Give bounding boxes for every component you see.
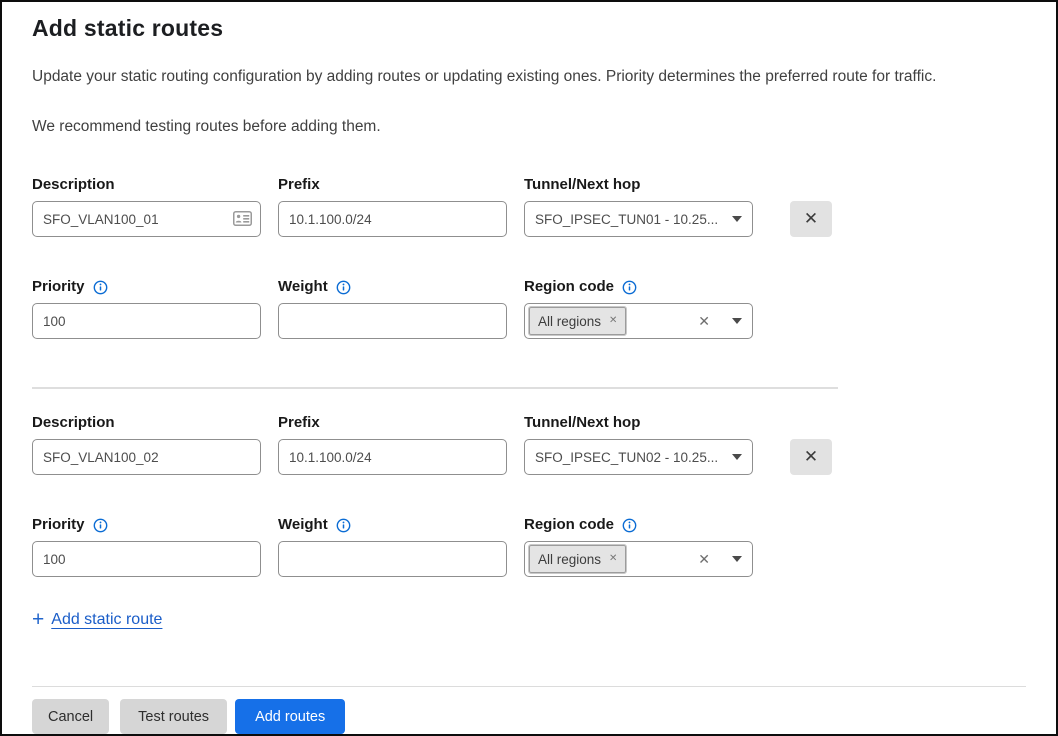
dialog-recommendation: We recommend testing routes before addin… <box>32 117 1026 137</box>
priority-input-2[interactable] <box>32 541 261 577</box>
weight-label: Weight <box>278 277 507 297</box>
region-tag-chip: All regions ✕ <box>529 307 626 335</box>
add-routes-button[interactable]: Add routes <box>235 699 345 734</box>
tunnel-select-value: SFO_IPSEC_TUN01 - 10.25... <box>535 212 724 227</box>
tunnel-select-value: SFO_IPSEC_TUN02 - 10.25... <box>535 450 724 465</box>
field-prefix-2: Prefix <box>278 413 507 475</box>
chevron-down-icon <box>732 556 742 562</box>
chip-remove-icon[interactable]: ✕ <box>609 316 617 326</box>
priority-label: Priority <box>32 515 261 535</box>
footer-divider <box>32 686 1026 688</box>
chevron-down-icon <box>732 216 742 222</box>
info-icon[interactable] <box>93 518 108 533</box>
route-2-main-row: Description Prefix Tunnel/Next hop SFO_I… <box>32 413 1026 475</box>
region-select-1[interactable]: All regions ✕ ✕ <box>524 303 753 339</box>
field-priority-2: Priority <box>32 515 261 577</box>
weight-input-2[interactable] <box>278 541 507 577</box>
field-description-2: Description <box>32 413 261 475</box>
clear-selection-icon[interactable]: ✕ <box>698 314 710 328</box>
priority-label: Priority <box>32 277 261 297</box>
tunnel-select-2[interactable]: SFO_IPSEC_TUN02 - 10.25... <box>524 439 753 475</box>
field-tunnel-1: Tunnel/Next hop SFO_IPSEC_TUN01 - 10.25.… <box>524 175 753 237</box>
field-region-2: Region code All regions ✕ <box>524 515 753 577</box>
region-label: Region code <box>524 277 753 297</box>
field-weight-1: Weight <box>278 277 507 339</box>
field-weight-2: Weight <box>278 515 507 577</box>
clear-selection-icon[interactable]: ✕ <box>698 552 710 566</box>
weight-input-1[interactable] <box>278 303 507 339</box>
dialog-footer: Cancel Test routes Add routes <box>32 686 1026 735</box>
add-static-route-link[interactable]: + Add static route <box>32 609 162 630</box>
test-routes-button[interactable]: Test routes <box>120 699 227 734</box>
tunnel-label: Tunnel/Next hop <box>524 413 753 433</box>
cancel-button[interactable]: Cancel <box>32 699 109 734</box>
chevron-down-icon <box>732 318 742 324</box>
info-icon[interactable] <box>336 518 351 533</box>
region-label: Region code <box>524 515 753 535</box>
route-2-options-row: Priority Weight <box>32 515 1026 577</box>
add-static-routes-dialog: Add static routes Update your static rou… <box>0 0 1058 736</box>
description-label: Description <box>32 175 261 195</box>
info-icon[interactable] <box>336 280 351 295</box>
remove-route-1-button[interactable]: ✕ <box>790 201 832 237</box>
description-input-1[interactable] <box>32 201 261 237</box>
region-tag-chip: All regions ✕ <box>529 545 626 573</box>
chip-remove-icon[interactable]: ✕ <box>609 554 617 564</box>
field-prefix-1: Prefix <box>278 175 507 237</box>
weight-label: Weight <box>278 515 507 535</box>
tunnel-label: Tunnel/Next hop <box>524 175 753 195</box>
description-input-2[interactable] <box>32 439 261 475</box>
field-priority-1: Priority <box>32 277 261 339</box>
remove-route-2-button[interactable]: ✕ <box>790 439 832 475</box>
info-icon[interactable] <box>622 518 637 533</box>
page-title: Add static routes <box>32 2 1026 42</box>
route-block-1: Description <box>32 175 1026 339</box>
field-region-1: Region code All regions ✕ <box>524 277 753 339</box>
prefix-input-2[interactable] <box>278 439 507 475</box>
prefix-label: Prefix <box>278 175 507 195</box>
route-divider <box>32 387 838 389</box>
chevron-down-icon <box>732 454 742 460</box>
field-tunnel-2: Tunnel/Next hop SFO_IPSEC_TUN02 - 10.25.… <box>524 413 753 475</box>
tunnel-select-1[interactable]: SFO_IPSEC_TUN01 - 10.25... <box>524 201 753 237</box>
route-block-2: Description Prefix Tunnel/Next hop SFO_I… <box>32 413 1026 577</box>
route-1-main-row: Description <box>32 175 1026 237</box>
field-description-1: Description <box>32 175 261 237</box>
region-select-2[interactable]: All regions ✕ ✕ <box>524 541 753 577</box>
route-1-options-row: Priority Weight <box>32 277 1026 339</box>
plus-icon: + <box>32 609 44 630</box>
dialog-description: Update your static routing configuration… <box>32 67 1026 87</box>
prefix-label: Prefix <box>278 413 507 433</box>
info-icon[interactable] <box>622 280 637 295</box>
prefix-input-1[interactable] <box>278 201 507 237</box>
description-label: Description <box>32 413 261 433</box>
info-icon[interactable] <box>93 280 108 295</box>
priority-input-1[interactable] <box>32 303 261 339</box>
